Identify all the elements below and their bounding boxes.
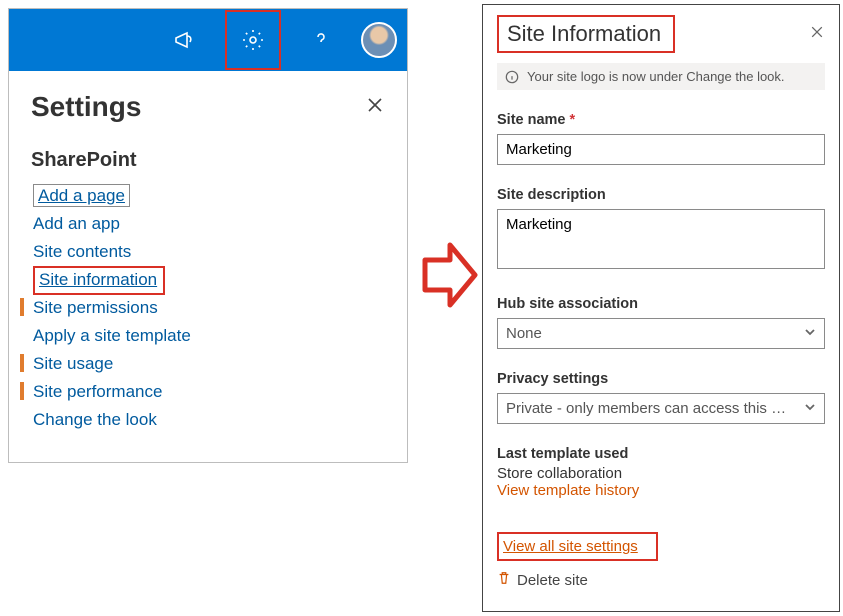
- avatar[interactable]: [361, 22, 397, 58]
- delete-site-link[interactable]: Delete site: [497, 571, 825, 589]
- site-info-title: Site Information: [497, 15, 675, 53]
- close-icon[interactable]: [809, 24, 825, 45]
- settings-item-site-usage[interactable]: Site usage: [33, 354, 113, 374]
- help-icon[interactable]: [299, 18, 343, 62]
- trash-icon: [497, 571, 511, 589]
- hub-association-select[interactable]: None: [497, 318, 825, 349]
- site-name-label: Site name *: [497, 112, 825, 128]
- chevron-down-icon: [804, 400, 816, 417]
- settings-panel: Settings SharePoint Add a page Add an ap…: [8, 8, 408, 463]
- view-template-history-link[interactable]: View template history: [497, 482, 639, 499]
- close-icon[interactable]: [365, 95, 385, 120]
- privacy-settings-select[interactable]: Private - only members can access this …: [497, 393, 825, 424]
- privacy-settings-value: Private - only members can access this …: [506, 400, 786, 417]
- site-description-label: Site description: [497, 187, 825, 203]
- settings-item-apply-template[interactable]: Apply a site template: [33, 326, 191, 346]
- site-description-input[interactable]: [497, 209, 825, 269]
- site-name-input[interactable]: [497, 134, 825, 165]
- delete-site-label: Delete site: [517, 572, 588, 589]
- info-banner-text: Your site logo is now under Change the l…: [527, 69, 785, 84]
- info-icon: [505, 70, 519, 84]
- privacy-settings-label: Privacy settings: [497, 371, 825, 387]
- settings-item-site-contents[interactable]: Site contents: [33, 242, 131, 262]
- view-all-site-settings-link[interactable]: View all site settings: [497, 532, 658, 561]
- settings-item-site-information[interactable]: Site information: [33, 266, 165, 295]
- section-header: SharePoint: [31, 149, 385, 172]
- arrow-icon: [420, 240, 480, 310]
- last-template-value: Store collaboration: [497, 465, 825, 482]
- hub-association-value: None: [506, 325, 542, 342]
- settings-title: Settings: [31, 91, 141, 123]
- site-information-panel: Site Information Your site logo is now u…: [482, 4, 840, 612]
- settings-item-add-app[interactable]: Add an app: [33, 214, 120, 234]
- info-banner: Your site logo is now under Change the l…: [497, 63, 825, 90]
- hub-association-label: Hub site association: [497, 296, 825, 312]
- settings-item-add-page[interactable]: Add a page: [33, 184, 130, 207]
- settings-item-site-performance[interactable]: Site performance: [33, 382, 162, 402]
- megaphone-icon[interactable]: [163, 18, 207, 62]
- chevron-down-icon: [804, 325, 816, 342]
- last-template-label: Last template used: [497, 446, 825, 462]
- settings-item-site-permissions[interactable]: Site permissions: [33, 298, 158, 318]
- gear-icon[interactable]: [225, 10, 281, 70]
- settings-list: Add a page Add an app Site contents Site…: [33, 182, 385, 434]
- app-bar: [9, 9, 407, 71]
- settings-item-change-look[interactable]: Change the look: [33, 410, 157, 430]
